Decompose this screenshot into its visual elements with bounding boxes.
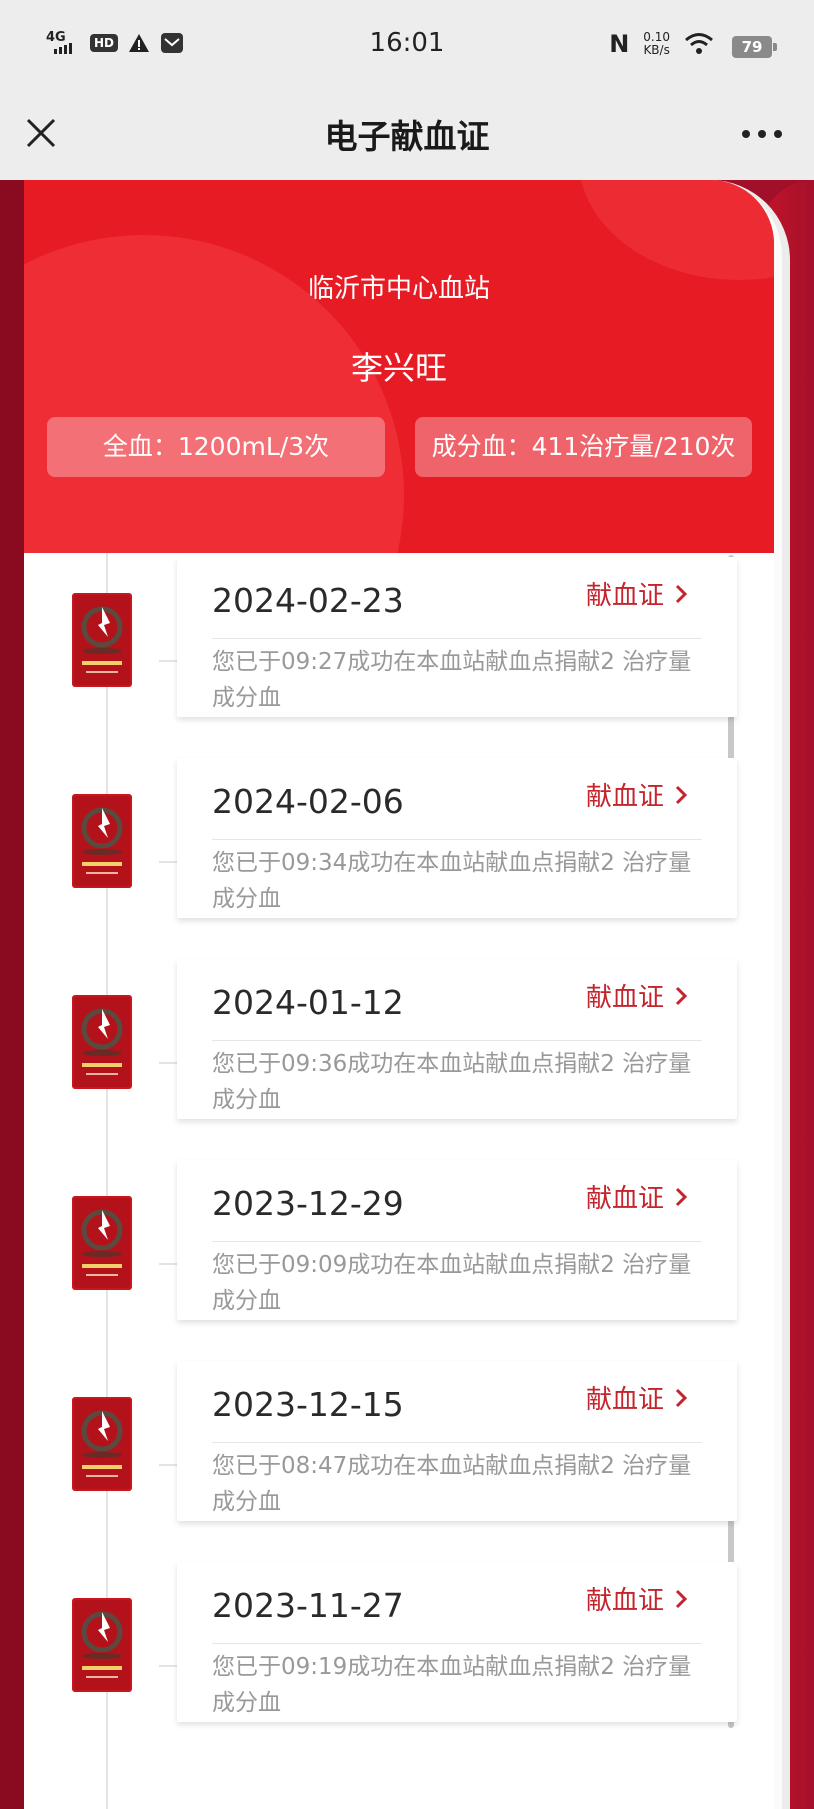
record-date: 2023-12-15	[212, 1385, 404, 1424]
chevron-right-icon	[675, 785, 688, 804]
blood-certificate-badge-icon[interactable]	[72, 1397, 132, 1491]
blood-certificate-badge-icon[interactable]	[72, 593, 132, 687]
timeline-connector	[159, 1062, 179, 1064]
blood-certificate-badge-icon[interactable]	[72, 995, 132, 1089]
main-content: 临沂市中心血站 李兴旺 全血：1200mL/3次 成分血：411治疗量/210次…	[0, 180, 814, 1809]
component-blood-stat: 成分血：411治疗量/210次	[415, 417, 752, 477]
record-card[interactable]: 2023-12-29 献血证 您已于09:09成功在本血站献血点捐献2 治疗量成…	[177, 1160, 737, 1320]
donation-record: 2023-12-15 献血证 您已于08:47成功在本血站献血点捐献2 治疗量成…	[24, 1361, 774, 1531]
left-edge-decoration	[0, 180, 24, 1809]
certificate-link[interactable]: 献血证	[586, 977, 688, 1014]
donation-record: 2024-01-12 献血证 您已于09:36成功在本血站献血点捐献2 治疗量成…	[24, 959, 774, 1129]
donation-record: 2023-11-27 献血证 您已于09:19成功在本血站献血点捐献2 治疗量成…	[24, 1562, 774, 1732]
record-description: 您已于09:34成功在本血站献血点捐献2 治疗量成分血	[212, 850, 692, 912]
donor-name: 李兴旺	[350, 349, 447, 387]
blood-certificate-badge-icon[interactable]	[72, 1598, 132, 1692]
record-card[interactable]: 2024-01-12 献血证 您已于09:36成功在本血站献血点捐献2 治疗量成…	[177, 959, 737, 1119]
record-card[interactable]: 2023-11-27 献血证 您已于09:19成功在本血站献血点捐献2 治疗量成…	[177, 1562, 737, 1722]
record-date: 2023-11-27	[212, 1586, 404, 1625]
timeline-connector	[159, 861, 179, 863]
donation-record: 2023-12-29 献血证 您已于09:09成功在本血站献血点捐献2 治疗量成…	[24, 1160, 774, 1330]
timeline-connector	[159, 1263, 179, 1265]
record-description: 您已于09:36成功在本血站献血点捐献2 治疗量成分血	[212, 1051, 692, 1113]
record-divider	[212, 638, 702, 639]
chevron-right-icon	[675, 1589, 688, 1608]
blood-certificate-badge-icon[interactable]	[72, 794, 132, 888]
certificate-link[interactable]: 献血证	[586, 1178, 688, 1215]
certificate-link[interactable]: 献血证	[586, 1379, 688, 1416]
record-divider	[212, 1040, 702, 1041]
record-divider	[212, 839, 702, 840]
record-description: 您已于09:19成功在本血站献血点捐献2 治疗量成分血	[212, 1654, 692, 1716]
blood-station-name: 临沂市中心血站	[307, 274, 490, 304]
blood-certificate-badge-icon[interactable]	[72, 1196, 132, 1290]
record-date: 2024-01-12	[212, 983, 404, 1022]
card-header: 临沂市中心血站 李兴旺 全血：1200mL/3次 成分血：411治疗量/210次	[24, 180, 774, 553]
record-date: 2023-12-29	[212, 1184, 404, 1223]
title-bar: 电子献血证	[0, 92, 814, 180]
certificate-link-label: 献血证	[586, 581, 665, 611]
header-circle-decoration-2	[579, 180, 774, 280]
whole-blood-stat: 全血：1200mL/3次	[47, 417, 385, 477]
network-speed: 0.10 KB/s	[643, 31, 670, 57]
nfc-icon: N	[609, 30, 630, 58]
certificate-link[interactable]: 献血证	[586, 575, 688, 612]
record-card[interactable]: 2024-02-06 献血证 您已于09:34成功在本血站献血点捐献2 治疗量成…	[177, 758, 737, 918]
record-date: 2024-02-23	[212, 581, 404, 620]
record-divider	[212, 1643, 702, 1644]
record-card[interactable]: 2023-12-15 献血证 您已于08:47成功在本血站献血点捐献2 治疗量成…	[177, 1361, 737, 1521]
certificate-link-label: 献血证	[586, 1184, 665, 1214]
timeline-connector	[159, 1665, 179, 1667]
donation-record: 2024-02-23 献血证 您已于09:27成功在本血站献血点捐献2 治疗量成…	[24, 557, 774, 727]
battery-icon: 79	[732, 36, 777, 58]
status-right-icons: N 0.10 KB/s	[609, 30, 714, 58]
speed-unit: KB/s	[643, 43, 670, 57]
timeline-connector	[159, 660, 179, 662]
chevron-right-icon	[675, 1187, 688, 1206]
record-divider	[212, 1442, 702, 1443]
timeline-connector	[159, 1464, 179, 1466]
certificate-link[interactable]: 献血证	[586, 776, 688, 813]
record-description: 您已于09:09成功在本血站献血点捐献2 治疗量成分血	[212, 1252, 692, 1314]
chevron-right-icon	[675, 584, 688, 603]
record-card[interactable]: 2024-02-23 献血证 您已于09:27成功在本血站献血点捐献2 治疗量成…	[177, 557, 737, 717]
record-description: 您已于08:47成功在本血站献血点捐献2 治疗量成分血	[212, 1453, 692, 1515]
certificate-link-label: 献血证	[586, 983, 665, 1013]
donation-record: 2024-02-06 献血证 您已于09:34成功在本血站献血点捐献2 治疗量成…	[24, 758, 774, 928]
page-title: 电子献血证	[324, 117, 490, 156]
certificate-link-label: 献血证	[586, 1385, 665, 1415]
record-divider	[212, 1241, 702, 1242]
certificate-link[interactable]: 献血证	[586, 1580, 688, 1617]
record-description: 您已于09:27成功在本血站献血点捐献2 治疗量成分血	[212, 649, 692, 711]
chevron-right-icon	[675, 986, 688, 1005]
certificate-link-label: 献血证	[586, 1586, 665, 1616]
certificate-link-label: 献血证	[586, 782, 665, 812]
certificate-card: 临沂市中心血站 李兴旺 全血：1200mL/3次 成分血：411治疗量/210次…	[24, 180, 774, 1809]
wifi-icon	[685, 33, 713, 54]
status-bar: 4G HD 16:01 N 0.10 KB/s 79	[0, 0, 814, 92]
record-date: 2024-02-06	[212, 782, 404, 821]
more-icon[interactable]	[742, 124, 786, 144]
chevron-right-icon	[675, 1388, 688, 1407]
speed-value: 0.10	[643, 30, 670, 44]
